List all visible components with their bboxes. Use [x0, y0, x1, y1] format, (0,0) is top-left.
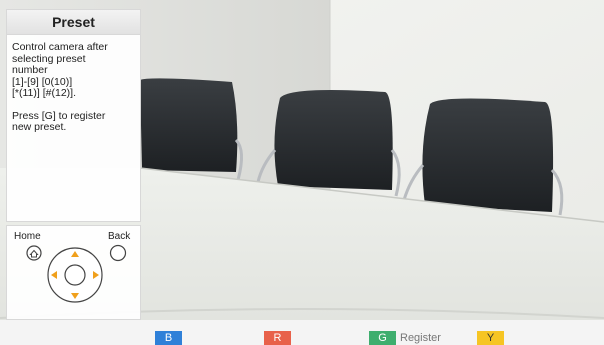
back-button-icon[interactable] — [109, 244, 127, 262]
register-label: Register — [400, 332, 441, 344]
home-icon[interactable] — [26, 245, 42, 261]
green-key-button[interactable]: G — [369, 331, 396, 345]
chair-center — [256, 90, 401, 197]
instruction-select-preset: Control camera after selecting preset nu… — [12, 41, 108, 99]
chair-left — [140, 78, 243, 181]
remote-graphic — [26, 244, 127, 303]
instruction-register-preset: Press [G] to register new preset. — [12, 109, 106, 133]
color-key-bar — [0, 320, 604, 345]
red-key-button[interactable]: R — [264, 331, 291, 345]
directional-pad-icon[interactable] — [47, 247, 103, 303]
panel-title: Preset — [6, 9, 141, 35]
chair-right — [402, 98, 564, 216]
yellow-key-button[interactable]: Y — [477, 331, 504, 345]
remote-control-box: Home Back — [6, 225, 141, 320]
blue-key-button[interactable]: B — [155, 331, 182, 345]
instructions-text: Control camera after selecting preset nu… — [12, 41, 130, 145]
